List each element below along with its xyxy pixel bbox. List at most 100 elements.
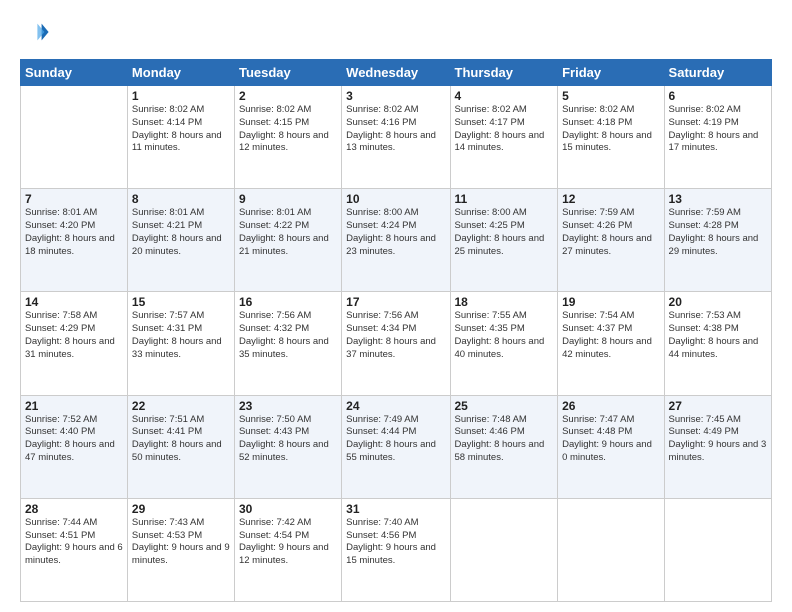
header [20,18,772,51]
calendar-cell: 28Sunrise: 7:44 AMSunset: 4:51 PMDayligh… [21,498,128,601]
calendar-cell: 11Sunrise: 8:00 AMSunset: 4:25 PMDayligh… [450,189,558,292]
day-info: Sunrise: 7:57 AMSunset: 4:31 PMDaylight:… [132,310,230,361]
calendar-header-row: SundayMondayTuesdayWednesdayThursdayFrid… [21,60,772,86]
calendar-week-row: 28Sunrise: 7:44 AMSunset: 4:51 PMDayligh… [21,498,772,601]
calendar-cell: 17Sunrise: 7:56 AMSunset: 4:34 PMDayligh… [342,292,450,395]
calendar-cell: 9Sunrise: 8:01 AMSunset: 4:22 PMDaylight… [234,189,341,292]
day-info: Sunrise: 7:56 AMSunset: 4:32 PMDaylight:… [239,310,337,361]
day-number: 28 [25,502,123,516]
day-number: 13 [669,192,767,206]
day-header-tuesday: Tuesday [234,60,341,86]
day-number: 11 [455,192,554,206]
calendar-cell: 18Sunrise: 7:55 AMSunset: 4:35 PMDayligh… [450,292,558,395]
day-number: 29 [132,502,230,516]
calendar-cell: 23Sunrise: 7:50 AMSunset: 4:43 PMDayligh… [234,395,341,498]
day-info: Sunrise: 7:43 AMSunset: 4:53 PMDaylight:… [132,517,230,568]
calendar-cell: 8Sunrise: 8:01 AMSunset: 4:21 PMDaylight… [127,189,234,292]
calendar-cell: 3Sunrise: 8:02 AMSunset: 4:16 PMDaylight… [342,86,450,189]
calendar-cell: 25Sunrise: 7:48 AMSunset: 4:46 PMDayligh… [450,395,558,498]
calendar-cell: 10Sunrise: 8:00 AMSunset: 4:24 PMDayligh… [342,189,450,292]
day-number: 25 [455,399,554,413]
calendar-cell [450,498,558,601]
calendar-cell: 31Sunrise: 7:40 AMSunset: 4:56 PMDayligh… [342,498,450,601]
day-number: 8 [132,192,230,206]
day-number: 12 [562,192,659,206]
page: SundayMondayTuesdayWednesdayThursdayFrid… [0,0,792,612]
calendar-cell: 29Sunrise: 7:43 AMSunset: 4:53 PMDayligh… [127,498,234,601]
day-info: Sunrise: 8:02 AMSunset: 4:14 PMDaylight:… [132,104,230,155]
day-number: 3 [346,89,445,103]
day-info: Sunrise: 7:40 AMSunset: 4:56 PMDaylight:… [346,517,445,568]
day-info: Sunrise: 7:56 AMSunset: 4:34 PMDaylight:… [346,310,445,361]
day-header-thursday: Thursday [450,60,558,86]
day-number: 15 [132,295,230,309]
calendar-week-row: 21Sunrise: 7:52 AMSunset: 4:40 PMDayligh… [21,395,772,498]
day-number: 9 [239,192,337,206]
day-number: 30 [239,502,337,516]
calendar-cell: 7Sunrise: 8:01 AMSunset: 4:20 PMDaylight… [21,189,128,292]
calendar-cell [21,86,128,189]
day-number: 22 [132,399,230,413]
day-info: Sunrise: 7:58 AMSunset: 4:29 PMDaylight:… [25,310,123,361]
day-info: Sunrise: 7:55 AMSunset: 4:35 PMDaylight:… [455,310,554,361]
day-info: Sunrise: 8:02 AMSunset: 4:18 PMDaylight:… [562,104,659,155]
day-info: Sunrise: 8:02 AMSunset: 4:19 PMDaylight:… [669,104,767,155]
day-number: 24 [346,399,445,413]
day-number: 21 [25,399,123,413]
day-number: 19 [562,295,659,309]
day-number: 14 [25,295,123,309]
day-number: 6 [669,89,767,103]
day-number: 17 [346,295,445,309]
calendar-cell: 30Sunrise: 7:42 AMSunset: 4:54 PMDayligh… [234,498,341,601]
day-info: Sunrise: 7:59 AMSunset: 4:26 PMDaylight:… [562,207,659,258]
day-info: Sunrise: 8:00 AMSunset: 4:24 PMDaylight:… [346,207,445,258]
day-number: 23 [239,399,337,413]
calendar-cell: 15Sunrise: 7:57 AMSunset: 4:31 PMDayligh… [127,292,234,395]
calendar-cell: 22Sunrise: 7:51 AMSunset: 4:41 PMDayligh… [127,395,234,498]
day-number: 2 [239,89,337,103]
logo-icon [22,18,50,46]
calendar-cell: 20Sunrise: 7:53 AMSunset: 4:38 PMDayligh… [664,292,771,395]
calendar-cell: 16Sunrise: 7:56 AMSunset: 4:32 PMDayligh… [234,292,341,395]
day-info: Sunrise: 8:01 AMSunset: 4:20 PMDaylight:… [25,207,123,258]
day-number: 20 [669,295,767,309]
day-number: 27 [669,399,767,413]
calendar-cell: 6Sunrise: 8:02 AMSunset: 4:19 PMDaylight… [664,86,771,189]
logo [20,18,50,51]
calendar-cell: 13Sunrise: 7:59 AMSunset: 4:28 PMDayligh… [664,189,771,292]
day-info: Sunrise: 8:02 AMSunset: 4:16 PMDaylight:… [346,104,445,155]
calendar-cell: 14Sunrise: 7:58 AMSunset: 4:29 PMDayligh… [21,292,128,395]
day-info: Sunrise: 8:01 AMSunset: 4:21 PMDaylight:… [132,207,230,258]
calendar-cell: 21Sunrise: 7:52 AMSunset: 4:40 PMDayligh… [21,395,128,498]
calendar-week-row: 14Sunrise: 7:58 AMSunset: 4:29 PMDayligh… [21,292,772,395]
calendar-cell: 1Sunrise: 8:02 AMSunset: 4:14 PMDaylight… [127,86,234,189]
day-info: Sunrise: 7:42 AMSunset: 4:54 PMDaylight:… [239,517,337,568]
day-info: Sunrise: 7:48 AMSunset: 4:46 PMDaylight:… [455,414,554,465]
day-number: 5 [562,89,659,103]
calendar-cell: 24Sunrise: 7:49 AMSunset: 4:44 PMDayligh… [342,395,450,498]
day-header-monday: Monday [127,60,234,86]
day-header-saturday: Saturday [664,60,771,86]
day-info: Sunrise: 8:02 AMSunset: 4:17 PMDaylight:… [455,104,554,155]
day-info: Sunrise: 7:49 AMSunset: 4:44 PMDaylight:… [346,414,445,465]
day-info: Sunrise: 7:44 AMSunset: 4:51 PMDaylight:… [25,517,123,568]
day-number: 16 [239,295,337,309]
day-info: Sunrise: 7:53 AMSunset: 4:38 PMDaylight:… [669,310,767,361]
day-header-wednesday: Wednesday [342,60,450,86]
day-info: Sunrise: 8:02 AMSunset: 4:15 PMDaylight:… [239,104,337,155]
calendar-cell [664,498,771,601]
calendar-cell [558,498,664,601]
calendar-cell: 2Sunrise: 8:02 AMSunset: 4:15 PMDaylight… [234,86,341,189]
day-info: Sunrise: 7:54 AMSunset: 4:37 PMDaylight:… [562,310,659,361]
calendar-week-row: 1Sunrise: 8:02 AMSunset: 4:14 PMDaylight… [21,86,772,189]
day-header-friday: Friday [558,60,664,86]
day-number: 4 [455,89,554,103]
calendar-cell: 26Sunrise: 7:47 AMSunset: 4:48 PMDayligh… [558,395,664,498]
calendar-cell: 4Sunrise: 8:02 AMSunset: 4:17 PMDaylight… [450,86,558,189]
day-info: Sunrise: 8:00 AMSunset: 4:25 PMDaylight:… [455,207,554,258]
day-info: Sunrise: 7:47 AMSunset: 4:48 PMDaylight:… [562,414,659,465]
calendar-cell: 5Sunrise: 8:02 AMSunset: 4:18 PMDaylight… [558,86,664,189]
day-info: Sunrise: 7:52 AMSunset: 4:40 PMDaylight:… [25,414,123,465]
day-header-sunday: Sunday [21,60,128,86]
day-number: 31 [346,502,445,516]
